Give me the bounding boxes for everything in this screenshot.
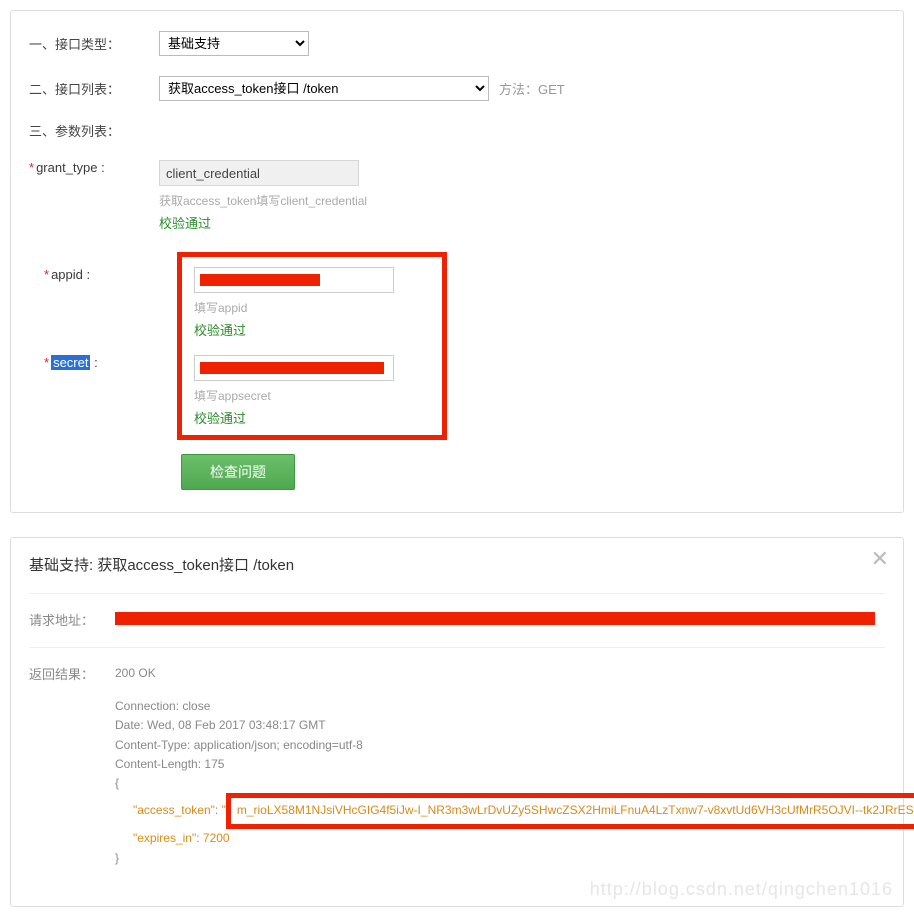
api-form-panel: 一、接口类型： 基础支持 二、接口列表： 获取access_token接口 /t… xyxy=(10,10,904,513)
hint-secret: 填写appsecret xyxy=(194,387,394,404)
label-request-url: 请求地址： xyxy=(29,610,115,629)
divider xyxy=(29,647,885,648)
divider xyxy=(29,593,885,594)
required-mark: * xyxy=(29,160,34,175)
method-label: 方法：GET xyxy=(499,79,565,98)
check-button[interactable]: 检查问题 xyxy=(181,454,295,490)
label-response: 返回结果： xyxy=(29,664,115,683)
select-interface-type[interactable]: 基础支持 xyxy=(159,31,309,56)
label-interface-type: 一、接口类型： xyxy=(29,34,159,53)
input-grant-type[interactable] xyxy=(159,160,359,186)
row-interface-list: 二、接口列表： 获取access_token接口 /token 方法：GET xyxy=(29,76,885,101)
select-interface-list[interactable]: 获取access_token接口 /token xyxy=(159,76,489,101)
label-secret: *secret : xyxy=(44,355,194,370)
expires-value: 7200 xyxy=(203,831,230,845)
json-brace-close: } xyxy=(115,849,914,868)
access-token-value: m_rioLX58M1NJsiVHcGIG4f5iJw-I_NR3m3wLrDv… xyxy=(237,803,914,817)
required-mark: * xyxy=(44,355,49,370)
row-appid: *appid : 填写appid 校验通过 xyxy=(44,267,430,339)
label-appid: *appid : xyxy=(44,267,194,282)
secret-block: 填写appsecret 校验通过 xyxy=(194,355,394,427)
hint-grant-type: 获取access_token填写client_credential xyxy=(159,192,367,209)
row-request-url: 请求地址： xyxy=(29,610,885,629)
header-ctype: Content-Type: application/json; encoding… xyxy=(115,736,914,755)
highlight-box-credentials: *appid : 填写appid 校验通过 *secret : xyxy=(177,252,447,440)
json-line-expires: "expires_in": 7200 xyxy=(115,829,914,848)
row-interface-type: 一、接口类型： 基础支持 xyxy=(29,31,885,56)
json-line-token: "access_token": "m_rioLX58M1NJsiVHcGIG4f… xyxy=(115,793,914,829)
required-mark: * xyxy=(44,267,49,282)
close-icon[interactable]: ✕ xyxy=(871,548,889,570)
valid-appid: 校验通过 xyxy=(194,320,394,339)
appid-block: 填写appid 校验通过 xyxy=(194,267,394,339)
status-line: 200 OK xyxy=(115,664,914,683)
header-date: Date: Wed, 08 Feb 2017 03:48:17 GMT xyxy=(115,716,914,735)
header-clen: Content-Length: 175 xyxy=(115,755,914,774)
row-secret: *secret : 填写appsecret 校验通过 xyxy=(44,355,430,427)
valid-grant-type: 校验通过 xyxy=(159,213,367,232)
redacted-appid xyxy=(200,274,320,286)
label-params: 三、参数列表： xyxy=(29,121,159,140)
valid-secret: 校验通过 xyxy=(194,408,394,427)
row-params-header: 三、参数列表： xyxy=(29,121,885,140)
grant-type-block: 获取access_token填写client_credential 校验通过 xyxy=(159,160,367,232)
redacted-url xyxy=(115,612,875,625)
row-grant-type: *grant_type : 获取access_token填写client_cre… xyxy=(29,160,885,232)
label-interface-list: 二、接口列表： xyxy=(29,79,159,98)
result-panel: ✕ 基础支持: 获取access_token接口 /token 请求地址： 返回… xyxy=(10,537,904,907)
result-title: 基础支持: 获取access_token接口 /token xyxy=(29,554,885,575)
label-grant-type: *grant_type : xyxy=(29,160,159,175)
redacted-secret xyxy=(200,362,384,374)
json-brace-open: { xyxy=(115,774,914,793)
header-connection: Connection: close xyxy=(115,697,914,716)
request-url-value xyxy=(115,610,875,625)
row-response: 返回结果： 200 OK Connection: close Date: Wed… xyxy=(29,664,885,868)
watermark: http://blog.csdn.net/qingchen1016 xyxy=(590,879,893,900)
highlight-box-token: m_rioLX58M1NJsiVHcGIG4f5iJw-I_NR3m3wLrDv… xyxy=(226,793,914,829)
response-body: 200 OK Connection: close Date: Wed, 08 F… xyxy=(115,664,914,868)
hint-appid: 填写appid xyxy=(194,299,394,316)
